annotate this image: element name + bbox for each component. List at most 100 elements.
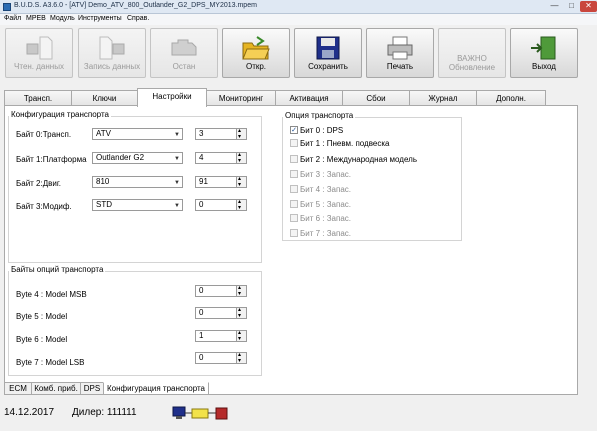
bit0-checkbox[interactable]: ✓	[290, 126, 298, 134]
byte3-label: Байт 3:Модиф.	[16, 202, 72, 211]
tab-keys[interactable]: Ключи	[71, 90, 138, 106]
byte1-value: Outlander G2	[96, 153, 145, 162]
status-date: 14.12.2017	[4, 407, 55, 418]
important-update-button[interactable]: ВАЖНО Обновление	[438, 28, 506, 78]
open-label: Откр.	[245, 62, 267, 71]
spin-arrows-icon[interactable]	[236, 283, 246, 299]
byte7-number: 0	[199, 353, 204, 362]
spin-arrows-icon[interactable]	[236, 328, 246, 344]
byte3-stepper[interactable]: 0	[195, 197, 247, 213]
bit0-label: Бит 0 : DPS	[300, 126, 344, 135]
byte6-stepper[interactable]: 1	[195, 328, 247, 344]
status-dealer: Дилер: 111111	[72, 407, 137, 418]
title-bar: B.U.D.S. A3.6.0 - [ATV] Demo_ATV_800_Out…	[0, 0, 597, 14]
byte4-number: 0	[199, 286, 204, 295]
byte1-number: 4	[199, 153, 204, 162]
byte3-number: 0	[199, 200, 204, 209]
byte2-select[interactable]: 810 ▼	[92, 176, 183, 188]
write-data-icon	[99, 36, 125, 60]
bit3-checkbox[interactable]	[290, 170, 298, 178]
byte7-label: Byte 7 : Model LSB	[16, 358, 85, 367]
byte5-label: Byte 5 : Model	[16, 312, 68, 321]
bit1-checkbox[interactable]	[290, 139, 298, 147]
byte5-stepper[interactable]: 0	[195, 305, 247, 321]
engine-icon	[171, 39, 197, 56]
byte5-number: 0	[199, 308, 204, 317]
exit-door-icon	[531, 36, 556, 60]
byte0-value: ATV	[96, 129, 111, 138]
main-tabs: Трансп. Ключи Настройки Мониторинг Актив…	[4, 88, 593, 107]
byte4-stepper[interactable]: 0	[195, 283, 247, 299]
read-data-button[interactable]: Чтен. данных	[5, 28, 73, 78]
bit5-checkbox[interactable]	[290, 200, 298, 208]
open-folder-icon	[242, 36, 270, 60]
vehicle-option-title: Опция транспорта	[283, 111, 356, 120]
spin-arrows-icon[interactable]	[236, 150, 246, 166]
bit7-checkbox[interactable]	[290, 229, 298, 237]
spin-arrows-icon[interactable]	[236, 197, 246, 213]
dropdown-arrow-icon: ▼	[174, 203, 180, 209]
byte3-value: STD	[96, 200, 112, 209]
byte1-stepper[interactable]: 4	[195, 150, 247, 166]
read-data-icon	[26, 36, 53, 60]
spin-arrows-icon[interactable]	[236, 305, 246, 321]
bit1-label: Бит 1 : Пневм. подвеска	[300, 139, 390, 148]
minimize-button[interactable]: —	[546, 1, 563, 12]
tab-faults[interactable]: Сбои	[342, 90, 410, 106]
byte2-label: Байт 2:Двиг.	[16, 179, 62, 188]
byte0-number: 3	[199, 129, 204, 138]
byte0-select[interactable]: ATV ▼	[92, 128, 183, 140]
byte1-select[interactable]: Outlander G2 ▼	[92, 152, 183, 164]
bottom-tab-vehicle-config[interactable]: Конфигурация транспорта	[103, 382, 209, 395]
window-title: B.U.D.S. A3.6.0 - [ATV] Demo_ATV_800_Out…	[14, 2, 257, 9]
menu-help[interactable]: Справ.	[127, 15, 149, 22]
byte2-stepper[interactable]: 91	[195, 174, 247, 190]
byte7-stepper[interactable]: 0	[195, 350, 247, 366]
vehicle-config-title: Конфигурация транспорта	[9, 110, 111, 119]
option-bytes-title: Байты опций транспорта	[9, 265, 106, 274]
open-button[interactable]: Откр.	[222, 28, 290, 78]
connection-status-icon	[172, 406, 228, 420]
menu-file[interactable]: Файл	[4, 15, 21, 22]
floppy-disk-icon	[316, 36, 340, 60]
bit4-checkbox[interactable]	[290, 185, 298, 193]
bottom-tab-cluster[interactable]: Комб. приб.	[31, 382, 81, 395]
dropdown-arrow-icon: ▼	[174, 156, 180, 162]
bit6-label: Бит 6 : Запас.	[300, 214, 352, 223]
spin-arrows-icon[interactable]	[236, 174, 246, 190]
exit-button[interactable]: Выход	[510, 28, 578, 78]
write-data-label: Запись данных	[83, 62, 141, 71]
tab-log[interactable]: Журнал	[409, 90, 477, 106]
stop-label: Остан	[172, 62, 196, 71]
tab-monitoring[interactable]: Мониторинг	[206, 90, 276, 106]
bottom-tab-ecm[interactable]: ECM	[4, 382, 32, 395]
bit2-checkbox[interactable]	[290, 155, 298, 163]
save-button[interactable]: Сохранить	[294, 28, 362, 78]
menu-tools[interactable]: Инструменты	[78, 15, 122, 22]
save-label: Сохранить	[308, 62, 348, 71]
important-update-label: ВАЖНО Обновление	[448, 54, 496, 72]
menu-mpeb[interactable]: MPEB	[26, 15, 46, 22]
close-button[interactable]: ✕	[580, 1, 597, 12]
stop-button[interactable]: Остан	[150, 28, 218, 78]
dropdown-arrow-icon: ▼	[174, 180, 180, 186]
tab-vehicle[interactable]: Трансп.	[4, 90, 72, 106]
tab-extra[interactable]: Дополн.	[476, 90, 546, 106]
write-data-button[interactable]: Запись данных	[78, 28, 146, 78]
bit5-label: Бит 5 : Запас.	[300, 200, 352, 209]
spin-arrows-icon[interactable]	[236, 126, 246, 142]
toolbar: Чтен. данных Запись данных Остан Откр. С…	[0, 25, 597, 85]
printer-icon	[387, 36, 413, 60]
maximize-button[interactable]: □	[563, 1, 580, 12]
bottom-tab-dps[interactable]: DPS	[80, 382, 104, 395]
tab-activation[interactable]: Активация	[275, 90, 343, 106]
tab-settings[interactable]: Настройки	[137, 88, 207, 107]
print-button[interactable]: Печать	[366, 28, 434, 78]
spin-arrows-icon[interactable]	[236, 350, 246, 366]
menu-module[interactable]: Модуль	[50, 15, 75, 22]
bit3-label: Бит 3 : Запас.	[300, 170, 352, 179]
byte0-stepper[interactable]: 3	[195, 126, 247, 142]
bit6-checkbox[interactable]	[290, 214, 298, 222]
print-label: Печать	[386, 62, 414, 71]
byte3-select[interactable]: STD ▼	[92, 199, 183, 211]
